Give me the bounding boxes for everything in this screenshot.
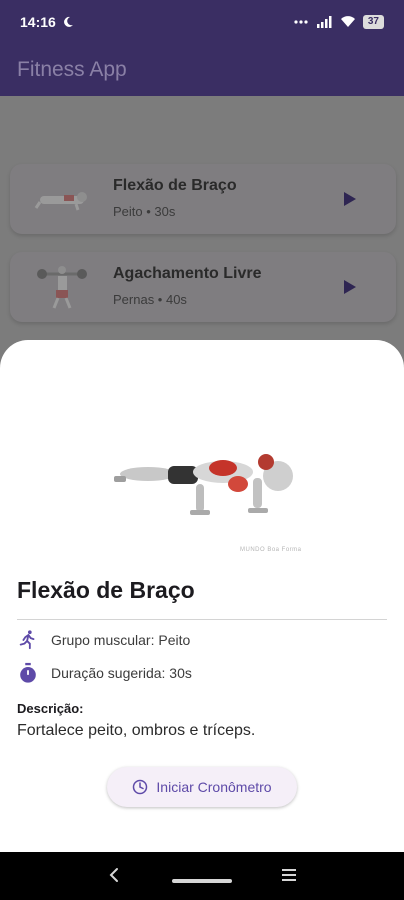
exercise-list: Flexão de Braço Peito • 30s Agachamento … bbox=[0, 96, 404, 346]
app-bar: Fitness App bbox=[0, 44, 404, 96]
system-nav-bar bbox=[0, 852, 404, 900]
home-indicator[interactable] bbox=[172, 879, 232, 883]
exercise-title: Agachamento Livre bbox=[113, 265, 262, 282]
muscle-group-row: Grupo muscular: Peito bbox=[17, 629, 190, 651]
dots-icon bbox=[294, 20, 308, 24]
running-person-icon bbox=[19, 630, 35, 650]
moon-icon bbox=[63, 16, 73, 27]
back-icon[interactable] bbox=[108, 866, 120, 884]
app-title: Fitness App bbox=[17, 58, 127, 81]
battery-icon: 37 bbox=[362, 15, 384, 29]
muscle-group-text: Grupo muscular: Peito bbox=[51, 632, 191, 648]
menu-icon[interactable] bbox=[282, 869, 296, 881]
start-timer-label: Iniciar Cronômetro bbox=[156, 779, 272, 795]
start-timer-button[interactable]: Iniciar Cronômetro bbox=[107, 767, 297, 807]
status-time: 14:16 bbox=[20, 14, 56, 30]
signal-icon bbox=[316, 16, 332, 28]
duration-text: Duração sugerida: 30s bbox=[51, 665, 192, 681]
divider bbox=[17, 619, 387, 620]
pushup-illustration bbox=[114, 454, 293, 515]
description-text: Fortalece peito, ombros e tríceps. bbox=[17, 722, 256, 739]
exercise-card-squat[interactable]: Agachamento Livre Pernas • 40s bbox=[10, 252, 396, 322]
exercise-subtitle: Pernas • 40s bbox=[113, 292, 187, 307]
exercise-detail-title: Flexão de Braço bbox=[17, 577, 195, 603]
play-icon[interactable] bbox=[344, 280, 356, 294]
wifi-icon bbox=[340, 16, 355, 27]
status-bar: 14:16 37 bbox=[0, 0, 404, 44]
stopwatch-icon bbox=[20, 662, 36, 683]
duration-row: Duração sugerida: 30s bbox=[17, 662, 192, 684]
squat-thumbnail bbox=[37, 266, 87, 309]
pushup-thumbnail bbox=[34, 192, 87, 211]
exercise-subtitle: Peito • 30s bbox=[113, 204, 176, 219]
clock-icon bbox=[133, 779, 148, 795]
exercise-detail-sheet: MUNDO Boa Forma Flexão de Braço Grupo mu… bbox=[0, 340, 404, 852]
exercise-card-pushup[interactable]: Flexão de Braço Peito • 30s bbox=[10, 164, 396, 234]
exercise-title: Flexão de Braço bbox=[113, 177, 237, 194]
play-icon[interactable] bbox=[344, 192, 356, 206]
image-watermark: MUNDO Boa Forma bbox=[240, 547, 302, 553]
description-label: Descrição: bbox=[17, 701, 84, 716]
